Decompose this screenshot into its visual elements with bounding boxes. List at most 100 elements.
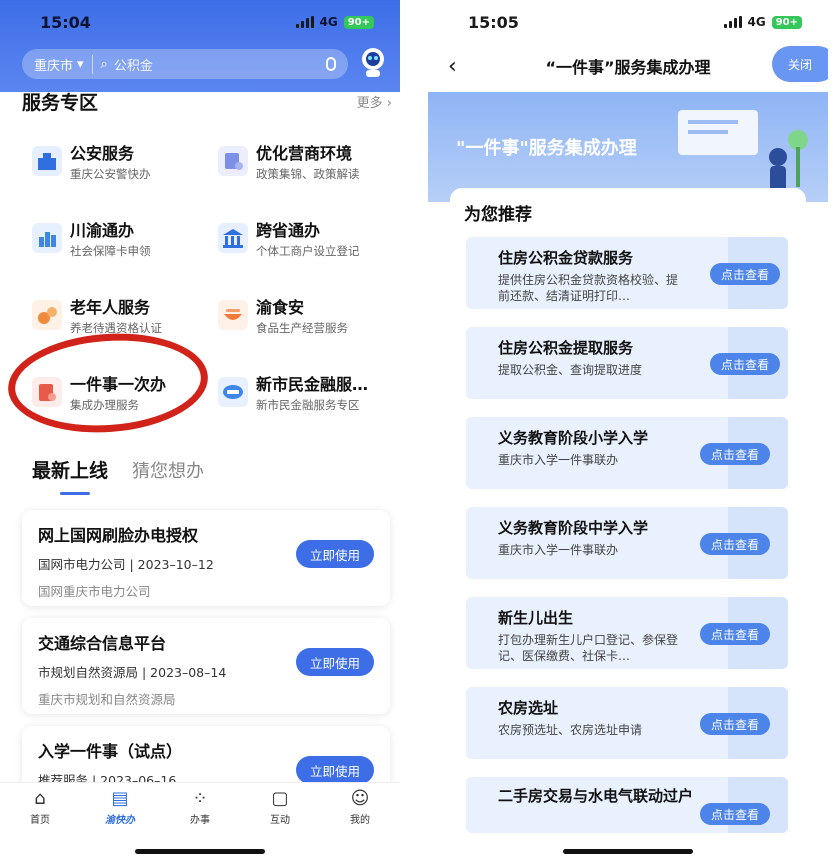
service-list-item[interactable]: 农房选址 农房预选址、农房选址申请 点击查看: [466, 687, 788, 759]
tabbar-services[interactable]: ⁘ 办事: [170, 787, 230, 826]
service-food-safety[interactable]: 渝食安食品生产经营服务: [218, 294, 348, 336]
tab-latest[interactable]: 最新上线: [32, 456, 108, 495]
item-subtitle: 农房预选址、农房选址申请: [498, 723, 643, 737]
tab-guess[interactable]: 猜您想办: [132, 457, 204, 483]
service-list-item[interactable]: 住房公积金贷款服务 提供住房公积金贷款资格校验、提前还款、结清证明打印… 点击查…: [466, 237, 788, 309]
item-subtitle: 提取公积金、查询提取进度: [498, 363, 643, 377]
tabbar-label: 办事: [190, 814, 210, 826]
service-title: 优化营商环境: [256, 144, 353, 163]
services-section-title: 服务专区: [22, 92, 99, 114]
signal-icon: [723, 16, 742, 28]
service-title: 跨省通办: [256, 221, 321, 240]
bank-icon: [218, 223, 248, 253]
view-button[interactable]: 点击查看: [710, 353, 780, 375]
view-button[interactable]: 点击查看: [700, 533, 770, 555]
home-indicator: [563, 849, 693, 854]
service-title: 公安服务: [70, 144, 135, 163]
banner: "一件事"服务集成办理: [428, 92, 828, 202]
search-bar[interactable]: 重庆市 ▾ ⌕ 公积金: [22, 49, 348, 79]
service-subtitle: 社会保障卡申领: [70, 244, 151, 258]
status-time: 15:04: [40, 12, 91, 32]
nav-bar: ‹ “一件事”服务集成办理 关闭: [428, 44, 828, 88]
service-elderly[interactable]: 老年人服务 养老待遇资格认证: [32, 294, 162, 336]
banner-title: "一件事"服务集成办理: [456, 138, 637, 159]
feed-card[interactable]: 网上国网刷脸办电授权 国网市电力公司 | 2023–10–12 国网重庆市电力公…: [22, 510, 390, 606]
use-now-button[interactable]: 立即使用: [296, 540, 374, 568]
status-indicators: 4G 90+: [723, 15, 802, 29]
service-subtitle: 食品生产经营服务: [256, 321, 348, 335]
city-label: 重庆市: [34, 58, 74, 74]
item-subtitle: 打包办理新生儿户口登记、参保登记、医保缴费、社保卡…: [498, 633, 679, 663]
service-title: 川渝通办: [70, 221, 135, 240]
use-now-button[interactable]: 立即使用: [296, 756, 374, 784]
page-title: “一件事”服务集成办理: [545, 58, 711, 77]
tabbar-interact[interactable]: ▢ 互动: [250, 787, 310, 826]
user-icon: ☺: [350, 787, 370, 809]
status-indicators: 4G 90+: [295, 15, 374, 29]
service-title: 渝食安: [256, 298, 305, 317]
more-link[interactable]: 更多 ›: [357, 92, 392, 111]
elder-icon: [32, 300, 62, 330]
business-icon: [218, 146, 248, 176]
tabbar-label: 首页: [30, 814, 50, 826]
feed-tabs: 最新上线 猜您想办: [32, 456, 204, 495]
view-button[interactable]: 点击查看: [710, 263, 780, 285]
back-icon[interactable]: ‹: [448, 54, 457, 79]
view-button[interactable]: 点击查看: [700, 713, 770, 735]
service-chuanyu[interactable]: 川渝通办社会保障卡申领: [32, 217, 151, 259]
tabbar-yukuaiban[interactable]: ▤ 渝快办: [90, 787, 150, 826]
service-subtitle: 新市民金融服务专区: [256, 398, 360, 412]
city-selector[interactable]: 重庆市 ▾: [34, 54, 93, 74]
network-label: 4G: [319, 15, 338, 29]
service-subtitle: 重庆公安警快办: [70, 167, 151, 181]
close-button[interactable]: 关闭: [772, 46, 828, 82]
tabbar-label: 互动: [270, 814, 290, 826]
view-button[interactable]: 点击查看: [700, 803, 770, 825]
card-org: 重庆市规划和自然资源局: [38, 692, 176, 707]
item-subtitle: 提供住房公积金贷款资格校验、提前还款、结清证明打印…: [498, 273, 679, 303]
service-cross-province[interactable]: 跨省通办个体工商户设立登记: [218, 217, 360, 259]
feed-card[interactable]: 交通综合信息平台 市规划自然资源局 | 2023–08–14 重庆市规划和自然资…: [22, 618, 390, 714]
chat-icon: ▢: [271, 787, 289, 809]
search-input[interactable]: ⌕ 公积金: [101, 55, 326, 74]
caret-down-icon: ▾: [77, 56, 84, 72]
right-phone-screen: 15:05 4G 90+ ‹ “一件事”服务集成办理 关闭 "一件事"服务集成办…: [428, 0, 828, 859]
city-icon: [32, 223, 62, 253]
service-new-citizen-finance[interactable]: 新市民金融服… 新市民金融服务专区: [218, 371, 368, 413]
tabbar-mine[interactable]: ☺ 我的: [330, 787, 390, 826]
tabbar-home[interactable]: ⌂ 首页: [10, 789, 70, 826]
network-label: 4G: [747, 15, 766, 29]
service-subtitle: 个体工商户设立登记: [256, 244, 360, 258]
service-title: 新市民金融服…: [256, 375, 369, 394]
home-indicator: [135, 849, 265, 854]
service-list-item[interactable]: 二手房交易与水电气联动过户 点击查看: [466, 777, 788, 833]
recommend-title: 为您推荐: [464, 205, 532, 225]
yukuaiban-logo: ▤: [111, 787, 129, 809]
view-button[interactable]: 点击查看: [700, 623, 770, 645]
microphone-icon[interactable]: [326, 57, 336, 71]
status-bar: 15:04 4G 90+: [0, 0, 400, 44]
food-icon: [218, 300, 248, 330]
service-list-item[interactable]: 新生儿出生 打包办理新生儿户口登记、参保登记、医保缴费、社保卡… 点击查看: [466, 597, 788, 669]
item-subtitle: 重庆市入学一件事联办: [498, 543, 619, 557]
status-time: 15:05: [468, 12, 519, 32]
grid-icon: ⁘: [192, 787, 208, 809]
view-button[interactable]: 点击查看: [700, 443, 770, 465]
signal-icon: [295, 16, 314, 28]
service-list-item[interactable]: 义务教育阶段中学入学 重庆市入学一件事联办 点击查看: [466, 507, 788, 579]
use-now-button[interactable]: 立即使用: [296, 648, 374, 676]
battery-icon: 90+: [343, 15, 374, 29]
item-subtitle: 重庆市入学一件事联办: [498, 453, 619, 467]
red-annotation-circle: [4, 327, 212, 439]
left-phone-screen: 15:04 4G 90+ 重庆市 ▾ ⌕ 公积金 服务专区 更多 › 公安服务重…: [0, 0, 400, 859]
service-police[interactable]: 公安服务重庆公安警快办: [32, 140, 151, 182]
battery-icon: 90+: [771, 15, 802, 29]
tabbar-label: 渝快办: [105, 814, 135, 826]
assistant-robot-icon[interactable]: [358, 46, 388, 78]
service-list-item[interactable]: 住房公积金提取服务 提取公积金、查询提取进度 点击查看: [466, 327, 788, 399]
service-business[interactable]: 优化营商环境 政策集锦、政策解读: [218, 140, 360, 182]
service-title: 老年人服务: [70, 298, 151, 317]
item-title: 二手房交易与水电气联动过户: [498, 787, 694, 805]
finance-icon: [218, 377, 248, 407]
service-list-item[interactable]: 义务教育阶段小学入学 重庆市入学一件事联办 点击查看: [466, 417, 788, 489]
